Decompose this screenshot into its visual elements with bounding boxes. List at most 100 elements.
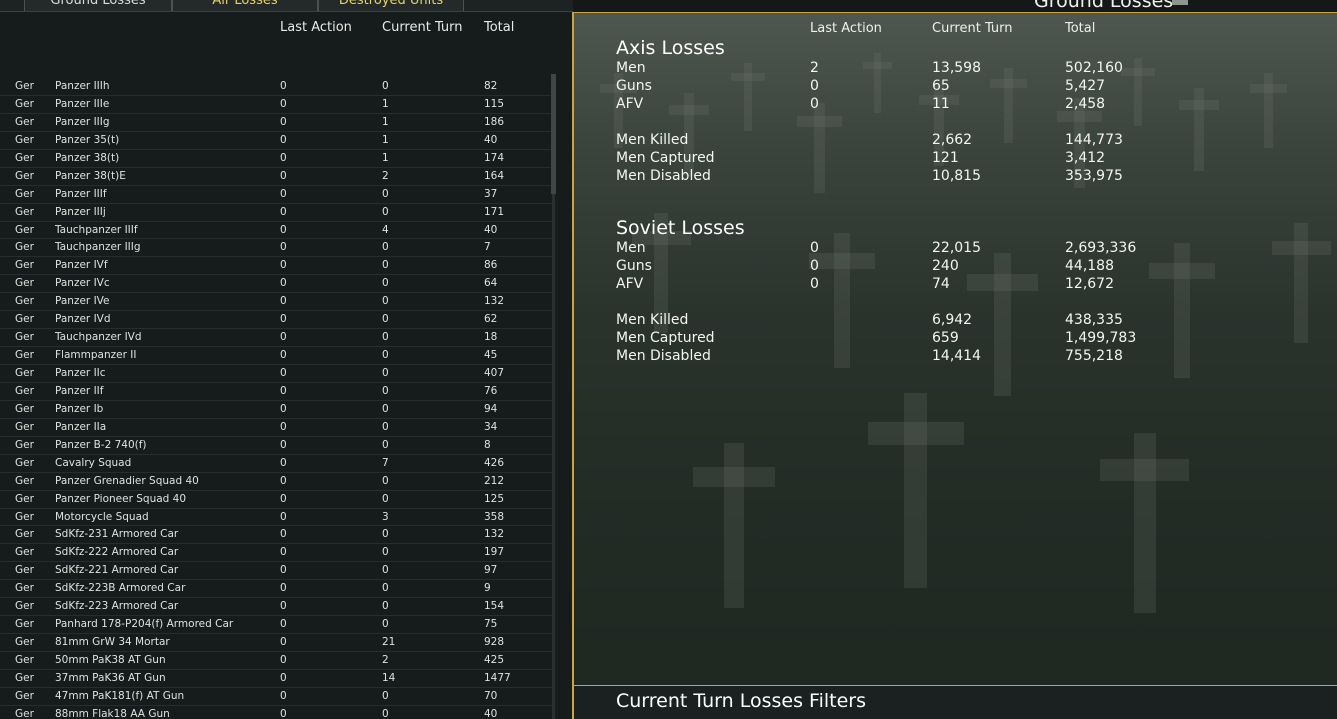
row-unit-name: Panzer B-2 740(f) — [55, 438, 147, 451]
row-unit-name: 50mm PaK38 AT Gun — [55, 654, 166, 666]
table-row[interactable]: Ger Panzer IIc 0 0 407 — [0, 365, 553, 383]
table-row[interactable]: Ger Flammpanzer II 0 0 45 — [0, 347, 553, 365]
row-current-turn: 14 — [382, 671, 396, 684]
row-nation: Ger — [15, 528, 34, 541]
row-total: 358 — [484, 510, 505, 523]
panel-top-border — [574, 12, 1337, 13]
row-last-action: 0 — [280, 510, 287, 523]
row-current-turn: 0 — [382, 259, 389, 272]
row-last-action: 0 — [280, 636, 287, 649]
row-unit-name: Panzer 38(t) — [55, 151, 120, 164]
row-unit-name: Tauchpanzer IVd — [55, 331, 142, 344]
table-row[interactable]: Ger Cavalry Squad 0 7 426 — [0, 455, 553, 473]
row-last-action: 0 — [280, 654, 287, 666]
table-row[interactable]: Ger Tauchpanzer IIIg 0 0 7 — [0, 239, 553, 258]
row-total: 407 — [484, 367, 505, 379]
title-toggle-icon[interactable] — [1172, 0, 1188, 5]
summary-header-total: Total — [1065, 21, 1096, 36]
row-last-action: 0 — [280, 115, 287, 128]
col-header-current-turn[interactable]: Current Turn — [382, 20, 463, 35]
table-row[interactable]: Ger Panzer IIIh 0 0 82 — [0, 78, 553, 96]
loss-label: Men — [616, 240, 646, 256]
row-total: 37 — [484, 187, 498, 200]
loss-label: Men Captured — [616, 150, 715, 166]
axis-losses-title: Axis Losses — [616, 37, 725, 59]
table-row[interactable]: Ger Panzer Ib 0 0 94 — [0, 401, 553, 419]
row-last-action: 0 — [280, 438, 287, 451]
row-current-turn: 4 — [382, 223, 389, 236]
table-row[interactable]: Ger Panzer IIIf 0 0 37 — [0, 186, 553, 204]
table-row[interactable]: Ger SdKfz-223B Armored Car 0 0 9 — [0, 580, 553, 599]
table-row[interactable]: Ger Panzer IIIe 0 1 115 — [0, 96, 553, 114]
table-row[interactable]: Ger 81mm GrW 34 Mortar 0 21 928 — [0, 634, 553, 652]
row-total: 1477 — [484, 671, 511, 684]
loss-row: Men Captured 121 3,412 — [574, 149, 1337, 167]
table-row[interactable]: Ger Panhard 178-P204(f) Armored Car 0 0 75 — [0, 616, 553, 635]
loss-total: 3,412 — [1065, 150, 1106, 166]
row-total: 154 — [484, 600, 505, 613]
row-unit-name: Panzer IIa — [55, 420, 107, 433]
loss-label: Men Captured — [616, 330, 715, 346]
table-row[interactable]: Ger 50mm PaK38 AT Gun 0 2 425 — [0, 652, 553, 670]
table-row[interactable]: Ger 88mm Flak18 AA Gun 0 0 40 — [0, 706, 553, 719]
loss-last-action: 0 — [810, 276, 819, 292]
loss-current-turn: 13,598 — [932, 60, 981, 76]
loss-row: Men Captured 659 1,499,783 — [574, 329, 1337, 347]
row-unit-name: 47mm PaK181(f) AT Gun — [55, 689, 185, 702]
row-current-turn: 0 — [382, 420, 389, 433]
table-row[interactable]: Ger SdKfz-231 Armored Car 0 0 132 — [0, 526, 553, 545]
table-row[interactable]: Ger Panzer IIf 0 0 76 — [0, 383, 553, 401]
table-row[interactable]: Ger 47mm PaK181(f) AT Gun 0 0 70 — [0, 688, 553, 706]
col-header-total[interactable]: Total — [484, 20, 514, 35]
row-current-turn: 0 — [382, 546, 389, 559]
table-row[interactable]: Ger SdKfz-221 Armored Car 0 0 97 — [0, 562, 553, 581]
loss-total: 44,188 — [1065, 258, 1114, 274]
row-nation: Ger — [15, 97, 34, 110]
tab-ground-losses[interactable]: Ground Losses — [24, 0, 172, 11]
row-nation: Ger — [15, 456, 34, 469]
table-row[interactable]: Ger Motorcycle Squad 0 3 358 — [0, 509, 553, 527]
table-row[interactable]: Ger Panzer 35(t) 0 1 40 — [0, 132, 553, 150]
table-row[interactable]: Ger Panzer IVe 0 0 132 — [0, 293, 553, 312]
row-current-turn: 0 — [382, 600, 389, 613]
table-row[interactable]: Ger SdKfz-223 Armored Car 0 0 154 — [0, 598, 553, 617]
table-row[interactable]: Ger Panzer 38(t) 0 1 174 — [0, 150, 553, 168]
col-header-last-action[interactable]: Last Action — [280, 20, 352, 35]
row-unit-name: Panzer Ib — [55, 402, 104, 415]
row-nation: Ger — [15, 492, 34, 505]
table-row[interactable]: Ger Tauchpanzer IVd 0 0 18 — [0, 329, 553, 348]
row-last-action: 0 — [280, 582, 287, 595]
row-total: 197 — [484, 546, 505, 559]
row-nation: Ger — [15, 259, 34, 272]
losses-summary-panel: Last Action Current Turn Total Axis Loss… — [574, 13, 1337, 685]
loss-label: Men Disabled — [616, 168, 711, 184]
table-row[interactable]: Ger Panzer IVc 0 0 64 — [0, 275, 553, 294]
table-row[interactable]: Ger Tauchpanzer IIIf 0 4 40 — [0, 222, 553, 240]
table-row[interactable]: Ger Panzer Grenadier Squad 40 0 0 212 — [0, 473, 553, 491]
table-row[interactable]: Ger SdKfz-222 Armored Car 0 0 197 — [0, 544, 553, 563]
row-current-turn: 0 — [382, 349, 389, 362]
row-current-turn: 0 — [382, 295, 389, 308]
row-unit-name: Tauchpanzer IIIf — [55, 223, 138, 236]
row-last-action: 0 — [280, 600, 287, 613]
row-current-turn: 1 — [382, 133, 389, 146]
table-row[interactable]: Ger Panzer IIa 0 0 34 — [0, 419, 553, 437]
row-total: 212 — [484, 474, 505, 487]
scrollbar-thumb[interactable] — [551, 74, 556, 194]
loss-current-turn: 11 — [932, 96, 950, 112]
table-row[interactable]: Ger Panzer IVf 0 0 86 — [0, 257, 553, 276]
table-row[interactable]: Ger Panzer IVd 0 0 62 — [0, 311, 553, 330]
table-row[interactable]: Ger Panzer Pioneer Squad 40 0 0 125 — [0, 491, 553, 509]
filters-title[interactable]: Current Turn Losses Filters — [616, 690, 866, 712]
tab-air-losses[interactable]: Air Losses — [172, 0, 318, 11]
table-row[interactable]: Ger Panzer IIIj 0 0 171 — [0, 204, 553, 222]
tab-destroyed-units[interactable]: Destroyed Units — [318, 0, 464, 11]
table-row[interactable]: Ger 37mm PaK36 AT Gun 0 14 1477 — [0, 670, 553, 688]
table-row[interactable]: Ger Panzer B-2 740(f) 0 0 8 — [0, 437, 553, 455]
loss-total: 755,218 — [1065, 348, 1123, 364]
table-row[interactable]: Ger Panzer IIIg 0 1 186 — [0, 114, 553, 132]
table-row[interactable]: Ger Panzer 38(t)E 0 2 164 — [0, 168, 553, 186]
row-unit-name: Panzer IIIh — [55, 80, 110, 92]
row-current-turn: 2 — [382, 654, 389, 666]
row-current-turn: 1 — [382, 151, 389, 164]
